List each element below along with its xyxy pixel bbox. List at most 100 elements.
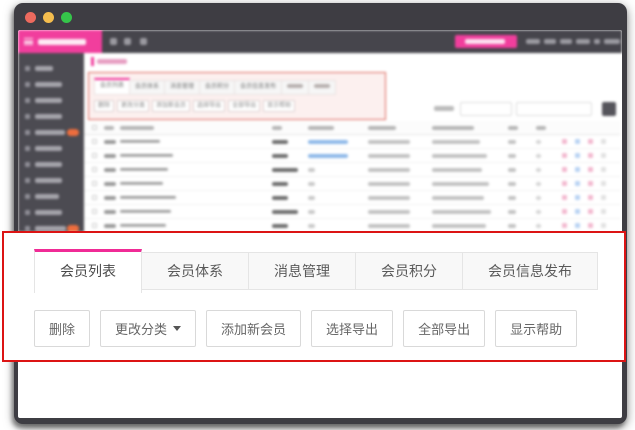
row-action-icon [601, 139, 606, 144]
sidebar-item-placeholder [18, 109, 84, 125]
row-action-icon [601, 153, 606, 158]
mini-tab-message-mgmt: 消息管理 [165, 80, 200, 95]
tab-member-system[interactable]: 会员体系 [142, 252, 249, 290]
table-row-placeholder [84, 135, 620, 149]
tab-member-info-publish[interactable]: 会员信息发布 [463, 252, 598, 290]
logo-text-placeholder [38, 39, 86, 45]
row-action-icon [562, 167, 567, 172]
mini-export-all-button: 全部导出 [228, 100, 260, 112]
sidebar-item-placeholder [18, 125, 84, 141]
show-help-label: 显示帮助 [510, 319, 562, 338]
tab-member-points[interactable]: 会员积分 [356, 252, 463, 290]
header-link-placeholder [544, 39, 556, 44]
export-all-button[interactable]: 全部导出 [403, 310, 485, 347]
mini-tab-member-system: 会员体系 [130, 80, 165, 95]
delete-button-label: 删除 [49, 319, 75, 338]
mini-add-member-button: 添加新会员 [152, 100, 190, 112]
mini-export-selected-button: 选择导出 [193, 100, 225, 112]
highlight-box: 会员列表 会员体系 消息管理 会员积分 会员信息发布 删除 更改分类 添加新会员 [88, 72, 386, 120]
mini-tab-unreadable [282, 80, 309, 95]
sidebar-item-placeholder [18, 93, 84, 109]
search-button [602, 102, 616, 116]
mini-show-help-button: 显示帮助 [263, 100, 295, 112]
row-action-icon [562, 209, 567, 214]
admin-sidebar [18, 53, 84, 232]
admin-logo [18, 30, 102, 53]
header-link-placeholder [576, 39, 590, 44]
mini-tab-member-info: 会员信息发布 [235, 80, 282, 95]
row-action-icon [601, 167, 606, 172]
table-row-placeholder [84, 205, 620, 219]
row-action-icon [562, 223, 567, 228]
row-action-icon [601, 195, 606, 200]
row-action-icon [601, 181, 606, 186]
screenshot-stage: 会员列表 会员体系 消息管理 会员积分 会员信息发布 删除 更改分类 添加新会员 [0, 0, 635, 430]
notification-badge [67, 129, 79, 136]
table-row-placeholder [84, 163, 620, 177]
tab-message-mgmt[interactable]: 消息管理 [249, 252, 356, 290]
row-action-icon [588, 209, 593, 214]
header-link-placeholder [594, 39, 600, 44]
add-member-label: 添加新会员 [221, 319, 286, 338]
row-action-icon [562, 195, 567, 200]
change-category-label: 更改分类 [115, 319, 167, 338]
header-link-placeholder [560, 39, 572, 44]
search-input [516, 102, 592, 116]
page-title-accent [91, 57, 94, 66]
row-action-icon [601, 223, 606, 228]
header-link-placeholder [604, 39, 620, 44]
header-icon [124, 38, 131, 45]
admin-main: 会员列表 会员体系 消息管理 会员积分 会员信息发布 删除 更改分类 添加新会员 [84, 53, 622, 232]
row-action-icon [562, 153, 567, 158]
close-window-button[interactable] [25, 12, 36, 23]
table-header [84, 121, 620, 135]
row-action-icon [601, 209, 606, 214]
export-selected-label: 选择导出 [326, 319, 378, 338]
row-action-icon [562, 181, 567, 186]
show-help-button[interactable]: 显示帮助 [495, 310, 577, 347]
row-action-icon [575, 209, 580, 214]
mini-tab-member-points: 会员积分 [200, 80, 235, 95]
minimize-window-button[interactable] [43, 12, 54, 23]
add-member-button[interactable]: 添加新会员 [206, 310, 301, 347]
mini-change-category-button: 更改分类 [117, 100, 149, 112]
account-button-placeholder [455, 35, 517, 48]
account-text-placeholder [465, 39, 505, 44]
sidebar-item-placeholder [18, 61, 84, 77]
row-action-icon [588, 139, 593, 144]
export-all-label: 全部导出 [418, 319, 470, 338]
row-action-icon [588, 153, 593, 158]
header-link-placeholder [526, 39, 540, 44]
action-bar: 删除 更改分类 添加新会员 选择导出 全部导出 显示帮助 [34, 310, 624, 347]
mini-tab-member-list: 会员列表 [94, 78, 130, 95]
row-action-icon [588, 181, 593, 186]
table-row-placeholder [84, 191, 620, 205]
zoom-window-button[interactable] [61, 12, 72, 23]
change-category-dropdown[interactable]: 更改分类 [100, 310, 196, 347]
row-action-icon [575, 167, 580, 172]
tab-member-list[interactable]: 会员列表 [34, 249, 142, 293]
row-action-icon [562, 139, 567, 144]
table-row-placeholder [84, 149, 620, 163]
sidebar-item-placeholder [18, 189, 84, 205]
row-action-icon [575, 139, 580, 144]
header-icon [110, 38, 117, 45]
admin-screenshot: 会员列表 会员体系 消息管理 会员积分 会员信息发布 删除 更改分类 添加新会员 [18, 30, 622, 232]
magnified-callout: 会员列表 会员体系 消息管理 会员积分 会员信息发布 删除 更改分类 添加新会员… [2, 231, 626, 362]
admin-topbar [18, 30, 622, 53]
search-filter-select [460, 102, 512, 116]
row-action-icon [575, 181, 580, 186]
sidebar-item-placeholder [18, 77, 84, 93]
mini-delete-button: 删除 [94, 100, 114, 112]
tab-bar: 会员列表 会员体系 消息管理 会员积分 会员信息发布 [34, 249, 624, 293]
page-title-placeholder [97, 59, 127, 64]
header-icon [140, 38, 147, 45]
export-selected-button[interactable]: 选择导出 [311, 310, 393, 347]
delete-button[interactable]: 删除 [34, 310, 90, 347]
sidebar-item-placeholder [18, 157, 84, 173]
row-action-icon [575, 153, 580, 158]
sidebar-item-placeholder [18, 205, 84, 221]
row-action-icon [588, 223, 593, 228]
table-row-placeholder [84, 177, 620, 191]
sidebar-item-placeholder [18, 173, 84, 189]
